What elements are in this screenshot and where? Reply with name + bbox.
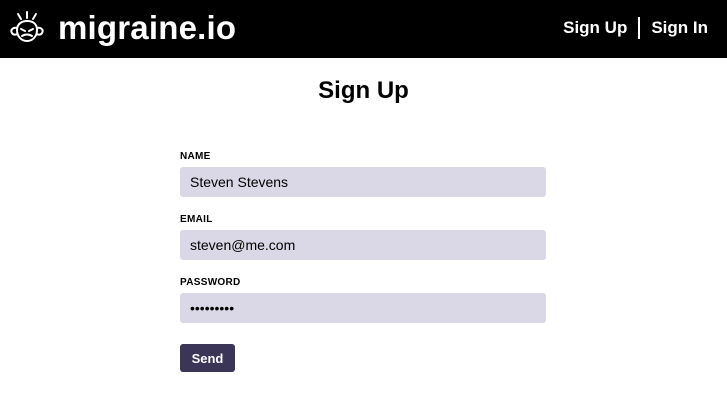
sign-in-link[interactable]: Sign In bbox=[651, 16, 708, 40]
brand-name[interactable]: migraine.io bbox=[58, 9, 236, 47]
header-nav: Sign Up Sign In bbox=[563, 16, 708, 40]
name-field-group: NAME bbox=[180, 150, 546, 197]
name-label: NAME bbox=[180, 151, 211, 162]
password-field-group: PASSWORD bbox=[180, 276, 546, 323]
email-field-group: EMAIL bbox=[180, 213, 546, 260]
sign-up-form: NAME EMAIL PASSWORD Send bbox=[180, 150, 546, 372]
email-input[interactable] bbox=[180, 230, 546, 260]
nav-divider bbox=[638, 17, 641, 39]
password-input[interactable] bbox=[180, 293, 546, 323]
send-button[interactable]: Send bbox=[180, 344, 235, 372]
password-label: PASSWORD bbox=[180, 277, 241, 288]
top-nav-bar: migraine.io Sign Up Sign In bbox=[0, 0, 727, 58]
name-input[interactable] bbox=[180, 167, 546, 197]
sign-up-link[interactable]: Sign Up bbox=[563, 16, 627, 40]
head-with-headache-icon[interactable] bbox=[7, 10, 47, 46]
page-title: Sign Up bbox=[318, 77, 409, 104]
email-label: EMAIL bbox=[180, 214, 213, 225]
